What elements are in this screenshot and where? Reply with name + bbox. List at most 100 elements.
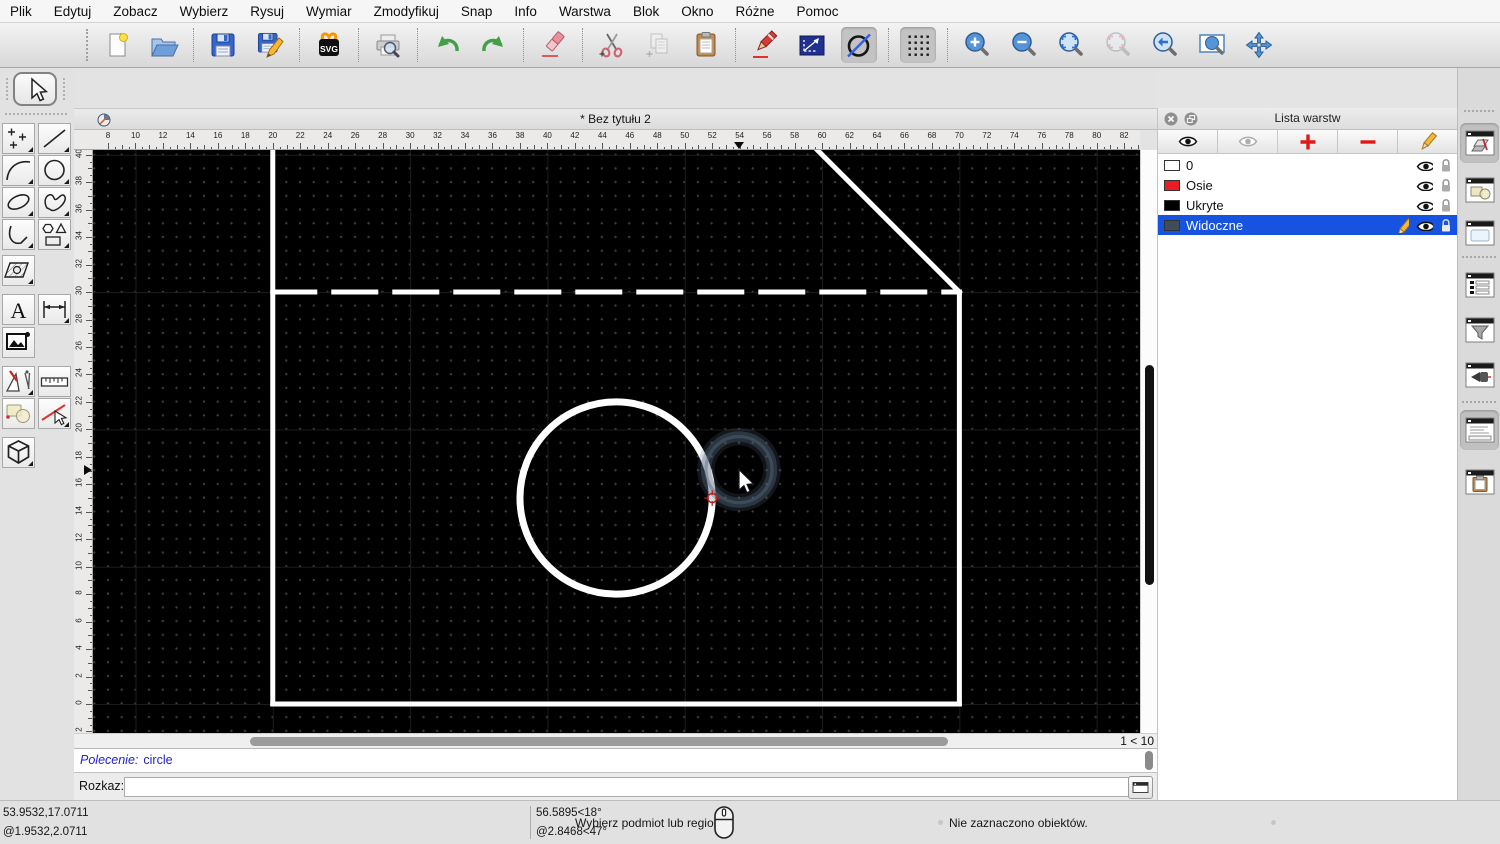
layer-color-swatch[interactable]: [1164, 179, 1180, 191]
menu-item-różne[interactable]: Różne: [736, 4, 775, 19]
drawing-canvas[interactable]: [93, 150, 1140, 733]
menu-item-edytuj[interactable]: Edytuj: [54, 4, 92, 19]
new-document-button[interactable]: [99, 27, 135, 63]
layer-lock-icon[interactable]: [1440, 158, 1452, 173]
command-history-scrollbar[interactable]: [1145, 751, 1153, 770]
hide-all-layers-button[interactable]: [1218, 130, 1278, 153]
menu-item-rysuj[interactable]: Rysuj: [250, 4, 284, 19]
menu-item-plik[interactable]: Plik: [10, 4, 32, 19]
command-history[interactable]: Polecenie: circle: [74, 748, 1157, 772]
image-tool-button[interactable]: [2, 327, 35, 358]
arc-tool-button[interactable]: [2, 155, 35, 186]
spline-tool-button[interactable]: [38, 187, 71, 218]
grid-toggle-button[interactable]: [900, 27, 936, 63]
palette-drag-handle[interactable]: [63, 78, 65, 100]
paste-button[interactable]: [688, 27, 724, 63]
zoom-auto-button[interactable]: [1100, 27, 1136, 63]
dimension-tool-button[interactable]: [38, 294, 71, 325]
layer-visibility-icon[interactable]: [1416, 160, 1433, 171]
menu-item-okno[interactable]: Okno: [681, 4, 713, 19]
zoom-fit-button[interactable]: [1053, 27, 1089, 63]
menu-item-zobacz[interactable]: Zobacz: [113, 4, 157, 19]
menu-item-wymiar[interactable]: Wymiar: [306, 4, 352, 19]
blocks-tool-button[interactable]: [2, 398, 35, 429]
layer-visibility-icon[interactable]: [1416, 200, 1433, 211]
layer-visibility-icon[interactable]: [1416, 180, 1433, 191]
palette-drag-handle[interactable]: [6, 78, 8, 100]
text-tool-button[interactable]: A: [2, 294, 35, 325]
layer-color-swatch[interactable]: [1164, 219, 1180, 231]
view-options-panel-button[interactable]: [1460, 355, 1499, 395]
layer-lock-icon[interactable]: [1440, 218, 1452, 233]
selection-pointer-button[interactable]: [13, 72, 57, 106]
property-editor-panel-button[interactable]: [1460, 265, 1499, 305]
ellipse-tool-button[interactable]: [2, 187, 35, 218]
layer-row-ukryte[interactable]: Ukryte: [1158, 195, 1457, 215]
draw-pencil-button[interactable]: [747, 27, 783, 63]
remove-layer-button[interactable]: [1338, 130, 1398, 153]
measure-tool-button[interactable]: [38, 366, 71, 397]
redo-button[interactable]: [476, 27, 512, 63]
save-as-button[interactable]: [252, 27, 288, 63]
horizontal-scrollbar-thumb[interactable]: [250, 737, 948, 746]
menu-item-pomoc[interactable]: Pomoc: [797, 4, 839, 19]
horizontal-scrollbar[interactable]: 1 < 10: [74, 733, 1157, 748]
layer-color-swatch[interactable]: [1164, 159, 1180, 171]
vertical-scrollbar[interactable]: [1140, 150, 1157, 733]
line-tool-button[interactable]: [38, 123, 71, 154]
menu-item-warstwa[interactable]: Warstwa: [559, 4, 611, 19]
undo-button[interactable]: [429, 27, 465, 63]
dock-drag-handle[interactable]: [1464, 110, 1494, 112]
layer-row-osie[interactable]: Osie: [1158, 175, 1457, 195]
points-tool-button[interactable]: [2, 123, 35, 154]
polyline-tool-button[interactable]: [2, 219, 35, 250]
block-list-panel-button[interactable]: [1460, 170, 1499, 210]
zoom-in-button[interactable]: [959, 27, 995, 63]
solid-3d-tool-button[interactable]: [2, 437, 35, 468]
document-tab-title[interactable]: * Bez tytułu 2: [74, 109, 1157, 130]
layer-visibility-icon[interactable]: [1416, 220, 1433, 231]
toolbar-drag-handle[interactable]: [86, 29, 88, 61]
layer-list-panel-button[interactable]: [1460, 123, 1499, 163]
select-entity-tool-button[interactable]: [38, 398, 71, 429]
command-line-panel-button[interactable]: [1460, 410, 1499, 450]
circle-2points-button[interactable]: [841, 27, 877, 63]
circle-tool-button[interactable]: [38, 155, 71, 186]
svg-export-button[interactable]: SVG: [311, 27, 347, 63]
menu-item-info[interactable]: Info: [514, 4, 537, 19]
vertical-scrollbar-thumb[interactable]: [1145, 365, 1154, 585]
show-all-layers-button[interactable]: [1158, 130, 1218, 153]
edit-layer-button[interactable]: [1398, 130, 1457, 153]
save-button[interactable]: [205, 27, 241, 63]
copy-button[interactable]: [641, 27, 677, 63]
selection-box-button[interactable]: [794, 27, 830, 63]
selection-filter-panel-button[interactable]: [1460, 310, 1499, 350]
zoom-out-button[interactable]: [1006, 27, 1042, 63]
menu-item-zmodyfikuj[interactable]: Zmodyfikuj: [374, 4, 439, 19]
menu-item-blok[interactable]: Blok: [633, 4, 659, 19]
layer-row-widoczne[interactable]: Widoczne: [1158, 215, 1457, 235]
reset-eraser-button[interactable]: [535, 27, 571, 63]
zoom-window-button[interactable]: [1194, 27, 1230, 63]
clipboard-panel-button[interactable]: [1460, 462, 1499, 502]
shapes-tool-button[interactable]: [38, 219, 71, 250]
print-preview-button[interactable]: [370, 27, 406, 63]
layer-lock-icon[interactable]: [1440, 198, 1452, 213]
palette-drag-handle[interactable]: [5, 113, 67, 115]
draw-tools-tool-button[interactable]: [2, 366, 35, 397]
menu-item-snap[interactable]: Snap: [461, 4, 493, 19]
layer-row-0[interactable]: 0: [1158, 155, 1457, 175]
add-layer-button[interactable]: [1278, 130, 1338, 153]
pan-button[interactable]: [1241, 27, 1277, 63]
command-input[interactable]: [124, 777, 1132, 797]
library-browser-panel-button[interactable]: [1460, 213, 1499, 253]
edit-layer-icon[interactable]: [1394, 217, 1409, 233]
layer-color-swatch[interactable]: [1164, 199, 1180, 211]
zoom-previous-button[interactable]: [1147, 27, 1183, 63]
open-file-button[interactable]: [146, 27, 182, 63]
menu-item-wybierz[interactable]: Wybierz: [180, 4, 229, 19]
command-window-button[interactable]: [1128, 776, 1153, 799]
cut-button[interactable]: [594, 27, 630, 63]
layer-lock-icon[interactable]: [1440, 178, 1452, 193]
hatch-tool-button[interactable]: [2, 255, 35, 286]
